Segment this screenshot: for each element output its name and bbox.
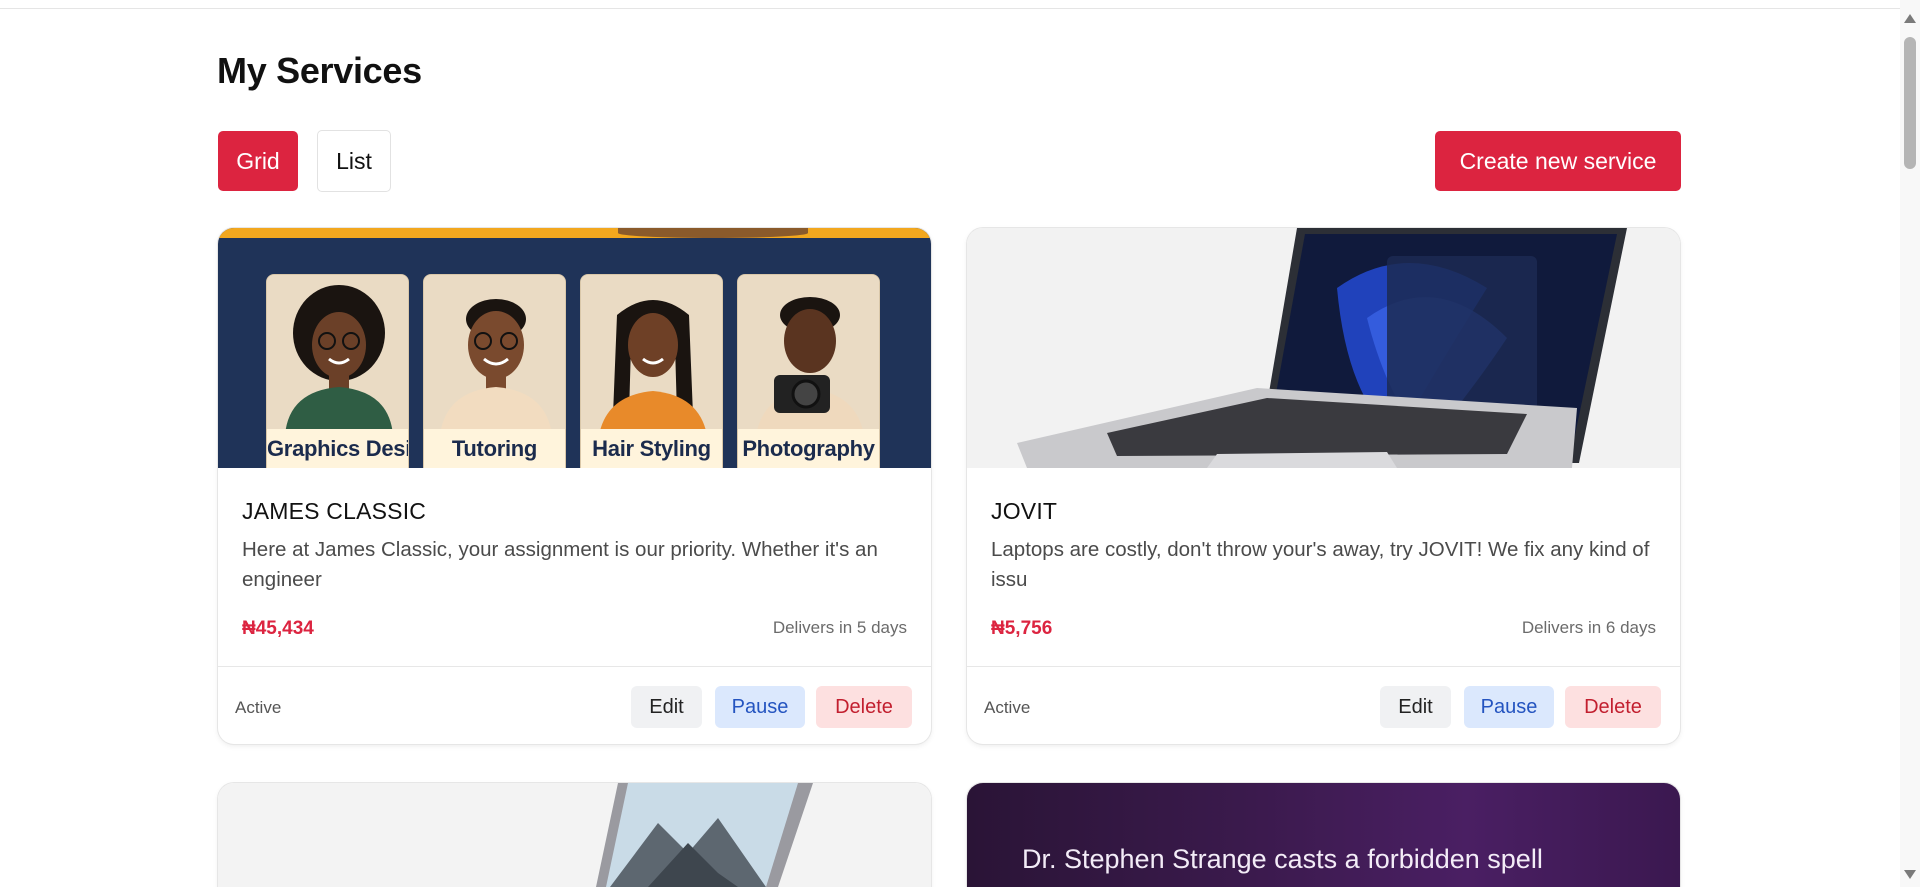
- poster-tile: Photography: [737, 274, 880, 468]
- poster-label: Hair Styling: [581, 429, 722, 468]
- edit-button[interactable]: Edit: [631, 686, 702, 728]
- person-illustration: [424, 275, 565, 435]
- poster-label: Tutoring: [424, 429, 565, 468]
- poster-caption: Dr. Stephen Strange casts a forbidden sp…: [1022, 844, 1543, 874]
- edit-button[interactable]: Edit: [1380, 686, 1451, 728]
- scroll-down-arrow-icon[interactable]: [1904, 870, 1916, 879]
- service-name: JAMES CLASSIC: [242, 498, 427, 524]
- pause-button[interactable]: Pause: [715, 686, 805, 728]
- card-divider: [967, 666, 1680, 667]
- scroll-up-arrow-icon[interactable]: [1904, 14, 1916, 23]
- card-divider: [218, 666, 931, 667]
- service-card: Dr. Stephen Strange casts a forbidden sp…: [967, 783, 1680, 887]
- service-price: ₦5,756: [991, 618, 1053, 639]
- service-name: JOVIT: [991, 498, 1058, 524]
- service-image: Graphics Design Tutoring: [218, 228, 931, 468]
- status-label: Active: [984, 698, 1031, 717]
- laptop-illustration: [1017, 228, 1627, 468]
- poster-band-accent: [618, 228, 808, 238]
- service-image: Dr. Stephen Strange casts a forbidden sp…: [967, 783, 1680, 887]
- pause-button[interactable]: Pause: [1464, 686, 1554, 728]
- device-illustration: [596, 783, 813, 887]
- service-card: JOVIT Laptops are costly, don't throw yo…: [967, 228, 1680, 744]
- create-service-button[interactable]: Create new service: [1435, 131, 1681, 191]
- page-scrollbar[interactable]: [1900, 0, 1920, 887]
- poster-label: Graphics Design: [267, 429, 408, 468]
- person-illustration: [267, 275, 408, 435]
- poster-label: Photography: [738, 429, 879, 468]
- poster-tile: Graphics Design: [266, 274, 409, 468]
- person-illustration: [581, 275, 722, 435]
- poster-band: [218, 228, 931, 238]
- delete-button[interactable]: Delete: [1565, 686, 1661, 728]
- person-illustration: [738, 275, 879, 435]
- service-image: [967, 228, 1680, 468]
- status-label: Active: [235, 698, 282, 717]
- list-view-button[interactable]: List: [317, 130, 391, 192]
- service-card: [218, 783, 931, 887]
- delivery-time: Delivers in 6 days: [1521, 618, 1656, 637]
- poster-tile: Hair Styling: [580, 274, 723, 468]
- scrollbar-thumb[interactable]: [1904, 37, 1916, 169]
- service-description: Laptops are costly, don't throw your's a…: [991, 538, 1650, 591]
- page-title: My Services: [217, 50, 422, 91]
- service-card: Graphics Design Tutoring: [218, 228, 931, 744]
- delivery-time: Delivers in 5 days: [772, 618, 907, 637]
- service-price: ₦45,434: [242, 618, 314, 639]
- service-description: Here at James Classic, your assignment i…: [242, 538, 878, 591]
- service-image: [218, 783, 931, 887]
- top-divider: [0, 8, 1900, 9]
- grid-view-button[interactable]: Grid: [218, 131, 298, 191]
- poster-tile: Tutoring: [423, 274, 566, 468]
- delete-button[interactable]: Delete: [816, 686, 912, 728]
